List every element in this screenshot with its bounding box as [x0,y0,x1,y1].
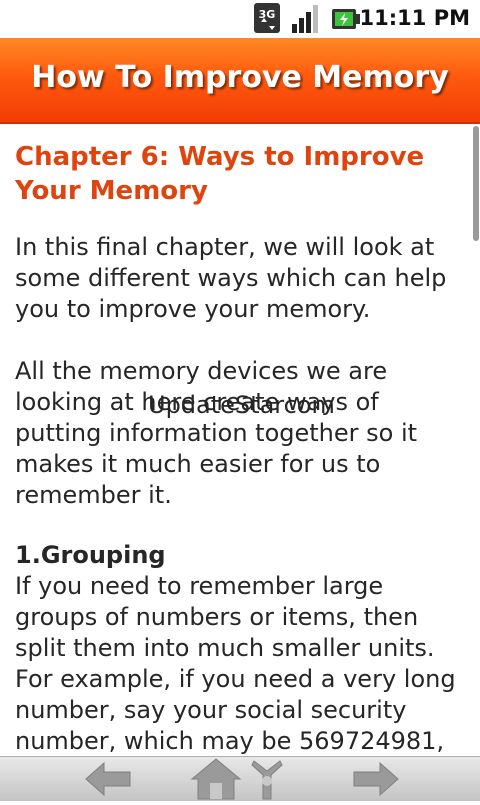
home-button[interactable] [186,757,246,801]
back-arrow-icon [85,761,131,797]
paragraph: If you need to remember large groups of … [15,572,456,755]
status-bar: 3G 11:11 PM [0,0,480,38]
network-3g-icon: 3G [254,3,280,33]
app-title: How To Improve Memory [31,60,449,95]
battery-charging-icon [332,9,360,29]
home-icon [190,758,242,800]
scrollbar[interactable] [473,126,479,241]
overlay-text: UpdateStarcom [148,391,335,419]
article-content[interactable]: Chapter 6: Ways to Improve Your Memory I… [0,124,480,756]
share-icon [251,760,283,800]
forward-button[interactable] [346,757,406,801]
title-bar: How To Improve Memory [0,38,480,124]
bottom-nav-bar [0,756,480,801]
paragraph: In this final chapter, we will look at s… [15,233,447,323]
forward-arrow-icon [353,761,399,797]
paragraph: All the memory devices we are looking at… [15,357,418,509]
share-button[interactable] [242,757,302,801]
svg-text:3G: 3G [259,8,276,21]
section-heading: 1.Grouping [15,541,166,569]
back-button[interactable] [78,757,138,801]
signal-strength-icon [292,5,318,33]
chapter-title: Chapter 6: Ways to Improve Your Memory [15,142,425,206]
status-time: 11:11 PM [359,6,470,30]
